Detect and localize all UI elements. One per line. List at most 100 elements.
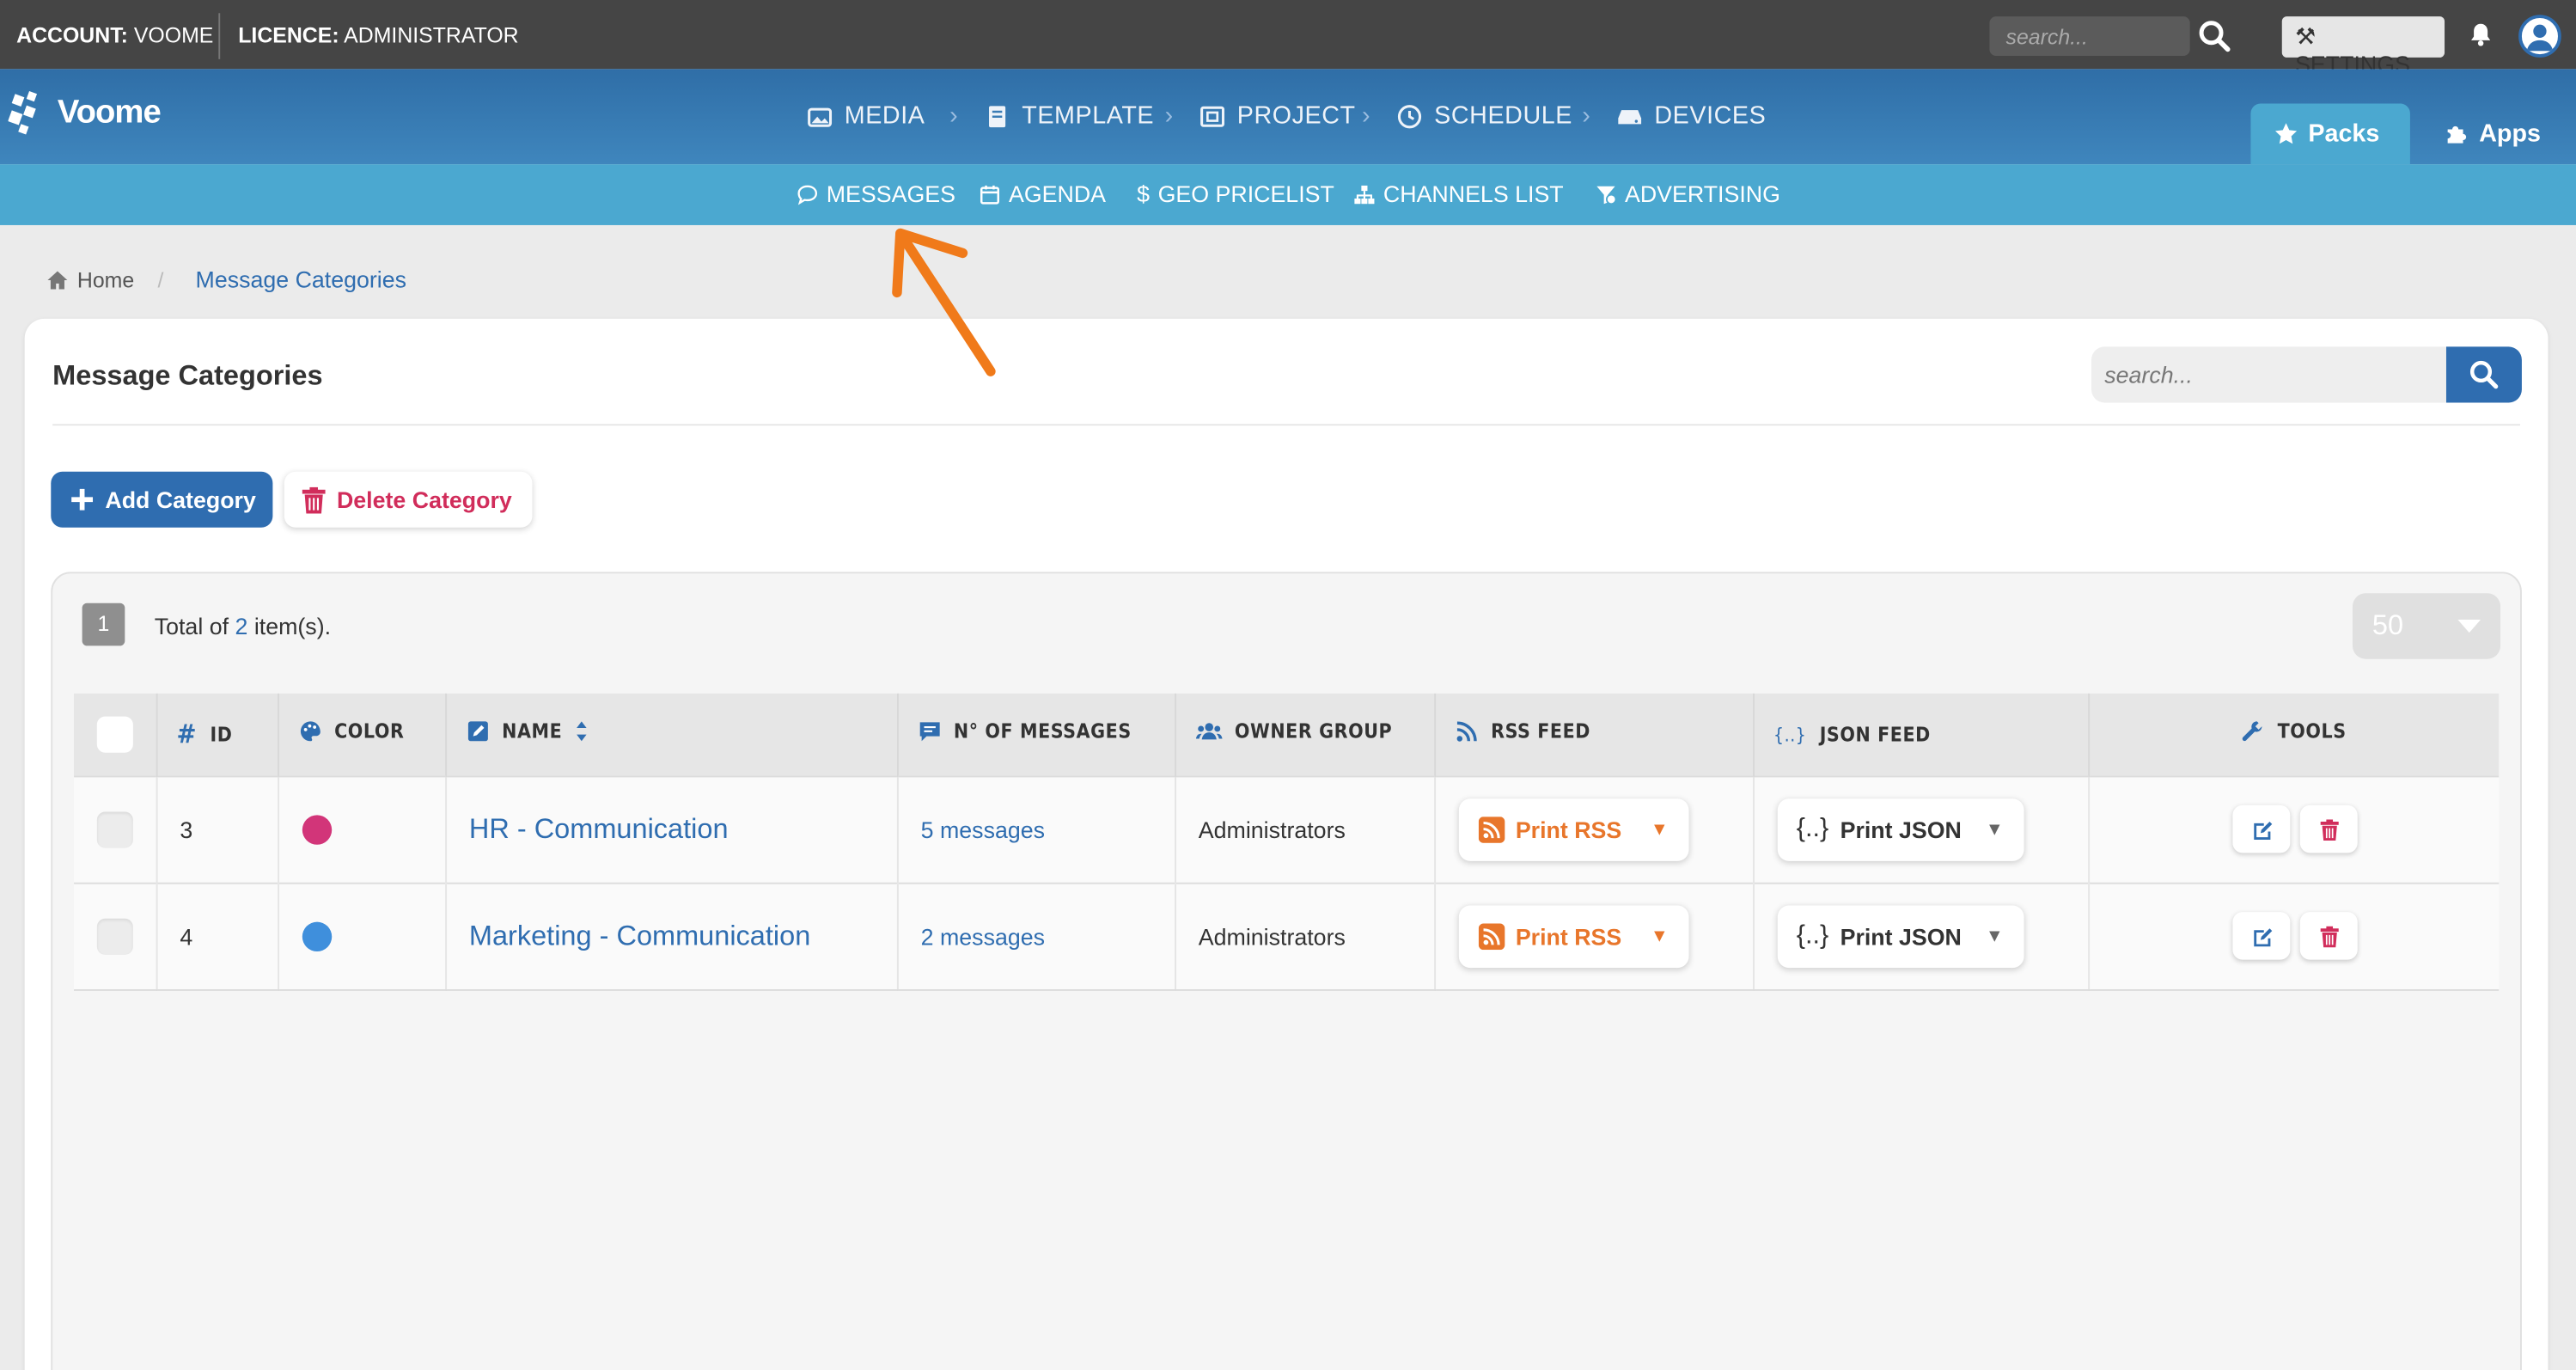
nav-chevron: › bbox=[949, 101, 958, 131]
total-count: Total of 2 item(s). bbox=[154, 613, 332, 639]
messages-link[interactable]: 5 messages bbox=[921, 816, 1045, 842]
comment-icon bbox=[797, 184, 818, 205]
subnav-agenda[interactable]: AGENDA bbox=[980, 180, 1106, 207]
star-icon bbox=[2275, 123, 2298, 144]
category-name-link[interactable]: Marketing - Communication bbox=[469, 920, 810, 951]
top-bar: ACCOUNT: VOOME LICENCE: ADMINISTRATOR se… bbox=[0, 0, 2576, 77]
row-rss-cell: Print RSS ▼ bbox=[1434, 881, 1755, 990]
print-rss-dropdown[interactable]: Print RSS ▼ bbox=[1457, 904, 1688, 968]
home-icon bbox=[47, 271, 68, 290]
row-select-cell bbox=[74, 774, 157, 883]
clock-icon bbox=[1397, 104, 1422, 128]
bell-icon[interactable] bbox=[2468, 21, 2494, 48]
nav-media[interactable]: MEDIA bbox=[807, 102, 925, 130]
user-icon bbox=[2526, 24, 2554, 52]
breadcrumb-home[interactable]: Home bbox=[46, 268, 135, 292]
tab-apps[interactable]: Apps bbox=[2428, 103, 2560, 164]
caret-down-icon: ▼ bbox=[1985, 819, 2004, 840]
tab-packs[interactable]: Packs bbox=[2250, 103, 2410, 165]
print-json-dropdown[interactable]: {..} Print JSON ▼ bbox=[1776, 904, 2024, 968]
message-icon bbox=[919, 722, 939, 742]
book-icon bbox=[989, 105, 1006, 127]
col-name[interactable]: NAME bbox=[445, 693, 898, 776]
account-info: ACCOUNT: VOOME bbox=[16, 22, 214, 48]
settings-button[interactable]: ⚒SETTINGS bbox=[2281, 16, 2445, 77]
search-icon bbox=[2469, 360, 2499, 389]
table-row[interactable]: 3 HR - Communication 5 messages Administ… bbox=[74, 774, 2500, 883]
row-rss-cell: Print RSS ▼ bbox=[1434, 774, 1755, 883]
rss-square-icon bbox=[1477, 922, 1505, 950]
nav-schedule[interactable]: SCHEDULE bbox=[1396, 102, 1572, 130]
print-json-dropdown[interactable]: {..} Print JSON ▼ bbox=[1776, 798, 2024, 860]
edit-button[interactable] bbox=[2232, 912, 2291, 960]
delete-button[interactable] bbox=[2300, 912, 2359, 960]
row-checkbox[interactable] bbox=[96, 917, 133, 954]
row-checkbox[interactable] bbox=[96, 810, 133, 847]
print-rss-dropdown[interactable]: Print RSS ▼ bbox=[1457, 798, 1688, 860]
nav-devices[interactable]: DEVICES bbox=[1616, 102, 1766, 130]
caret-down-icon: ▼ bbox=[1650, 819, 1669, 840]
col-owner-group: OWNER GROUP bbox=[1175, 693, 1436, 776]
json-braces-icon: {..} bbox=[1773, 724, 1807, 746]
add-category-button[interactable]: Add Category bbox=[51, 471, 273, 528]
row-json-cell: {..} Print JSON ▼ bbox=[1753, 881, 2090, 990]
divider bbox=[52, 424, 2521, 426]
row-color-cell bbox=[278, 774, 447, 883]
rss-icon bbox=[1456, 722, 1476, 743]
nav-chevron: › bbox=[1164, 101, 1174, 131]
panel-search-button[interactable] bbox=[2445, 346, 2522, 403]
nav-template[interactable]: TEMPLATE bbox=[984, 102, 1154, 130]
search-icon[interactable] bbox=[2198, 20, 2231, 52]
panel-search-input[interactable]: search... bbox=[2091, 346, 2450, 403]
row-color-cell bbox=[278, 881, 447, 990]
images-icon bbox=[808, 107, 833, 126]
users-icon bbox=[1194, 723, 1222, 740]
subnav-messages[interactable]: MESSAGES bbox=[797, 180, 955, 207]
puzzle-icon bbox=[2447, 125, 2467, 144]
row-messages-cell: 2 messages bbox=[896, 881, 1176, 990]
select-all-header bbox=[74, 693, 157, 776]
category-name-link[interactable]: HR - Communication bbox=[469, 812, 729, 843]
page-title: Message Categories bbox=[52, 359, 323, 392]
user-avatar[interactable] bbox=[2518, 15, 2561, 58]
voome-logo[interactable]: Voome bbox=[8, 89, 162, 141]
rss-square-icon bbox=[1477, 816, 1505, 842]
row-id: 4 bbox=[156, 881, 279, 990]
trash-icon bbox=[302, 486, 326, 513]
project-icon bbox=[1200, 105, 1225, 126]
delete-category-button[interactable]: Delete Category bbox=[284, 471, 533, 528]
logo-mark-icon bbox=[8, 90, 38, 135]
sort-icon[interactable] bbox=[576, 720, 589, 743]
trash-icon bbox=[2320, 925, 2339, 947]
palette-icon bbox=[299, 721, 320, 742]
col-id: # ID bbox=[156, 693, 279, 776]
breadcrumb-separator: / bbox=[157, 267, 164, 293]
sitemap-icon bbox=[1354, 184, 1375, 204]
plus-icon bbox=[71, 488, 94, 511]
caret-down-icon: ▼ bbox=[1985, 926, 2004, 946]
delete-button[interactable] bbox=[2300, 804, 2359, 853]
subnav-geo-pricelist[interactable]: $ GEO PRICELIST bbox=[1137, 180, 1334, 207]
messages-link[interactable]: 2 messages bbox=[921, 923, 1045, 950]
trash-icon bbox=[2320, 818, 2339, 841]
col-messages: N° OF MESSAGES bbox=[896, 693, 1176, 776]
row-tools-cell bbox=[2088, 881, 2500, 990]
edit-button[interactable] bbox=[2232, 804, 2291, 853]
subnav-advertising[interactable]: ADVERTISING bbox=[1596, 180, 1780, 207]
row-tools-cell bbox=[2088, 774, 2500, 883]
row-json-cell: {..} Print JSON ▼ bbox=[1753, 774, 2090, 883]
per-page-select[interactable]: 50 bbox=[2352, 593, 2501, 659]
nav-project[interactable]: PROJECT bbox=[1199, 102, 1356, 130]
pagination-page[interactable]: 1 bbox=[82, 602, 125, 646]
select-all-checkbox[interactable] bbox=[96, 716, 133, 753]
col-color: COLOR bbox=[278, 693, 447, 776]
wrench-icon bbox=[2243, 721, 2263, 742]
breadcrumb-current: Message Categories bbox=[195, 266, 407, 293]
top-search-input[interactable]: search... bbox=[1989, 16, 2190, 57]
table-row[interactable]: 4 Marketing - Communication 2 messages A… bbox=[74, 881, 2500, 990]
col-tools: TOOLS bbox=[2088, 693, 2500, 776]
row-messages-cell: 5 messages bbox=[896, 774, 1176, 883]
subnav-channels-list[interactable]: CHANNELS LIST bbox=[1353, 180, 1564, 207]
edit-square-icon bbox=[467, 721, 487, 742]
row-name-cell: Marketing - Communication bbox=[445, 881, 898, 990]
